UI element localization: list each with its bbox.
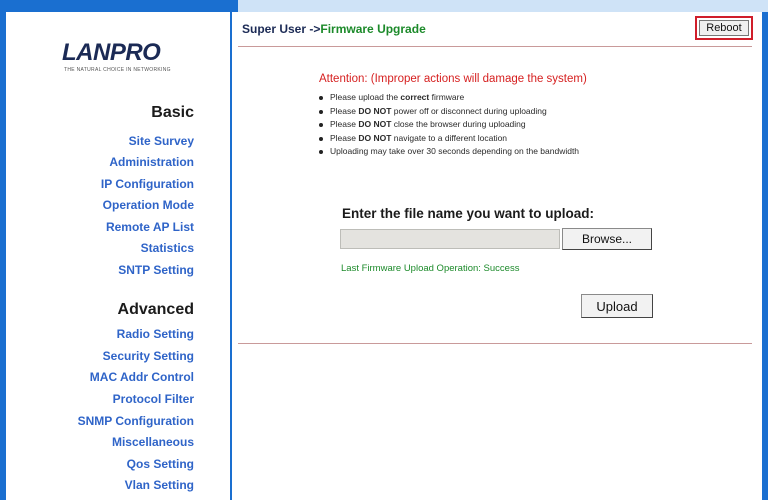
upload-heading: Enter the file name you want to upload: — [342, 206, 595, 221]
section-title-basic: Basic — [151, 104, 194, 121]
nav-item-protocol-filter[interactable]: Protocol Filter — [113, 392, 194, 406]
nav-item-vlan-setting[interactable]: Vlan Setting — [125, 478, 194, 492]
nav-item-operation-mode[interactable]: Operation Mode — [103, 198, 194, 212]
lanpro-logo: LANPRO THE NATURAL CHOICE IN NETWORKING — [62, 39, 212, 79]
list-item: Please DO NOT close the browser during u… — [316, 118, 579, 132]
upload-button[interactable]: Upload — [581, 294, 653, 318]
main-content: Super User ->Firmware Upgrade Reboot Att… — [232, 12, 762, 500]
section-title-advanced: Advanced — [117, 301, 194, 318]
reboot-highlight: Reboot — [695, 16, 753, 40]
frame-right-border — [762, 12, 768, 500]
nav-item-sntp-setting[interactable]: SNTP Setting — [118, 263, 194, 277]
nav-item-remote-ap-list[interactable]: Remote AP List — [106, 220, 194, 234]
file-name-input[interactable] — [340, 229, 560, 249]
nav-item-site-survey[interactable]: Site Survey — [129, 134, 194, 148]
attention-warning: Attention: (Improper actions will damage… — [319, 73, 587, 85]
list-item: Please DO NOT navigate to a different lo… — [316, 132, 579, 146]
warning-list: Please upload the correct firmware Pleas… — [316, 91, 579, 159]
nav-item-radio-setting[interactable]: Radio Setting — [117, 327, 194, 341]
browse-button[interactable]: Browse... — [562, 228, 652, 250]
reboot-button[interactable]: Reboot — [699, 20, 749, 36]
nav-item-qos-setting[interactable]: Qos Setting — [127, 457, 194, 471]
header-divider — [238, 46, 752, 47]
nav-item-administration[interactable]: Administration — [109, 155, 194, 169]
list-item: Please DO NOT power off or disconnect du… — [316, 105, 579, 119]
footer-divider — [238, 343, 752, 344]
logo-tagline: THE NATURAL CHOICE IN NETWORKING — [64, 67, 171, 73]
logo-text: LANPRO — [62, 39, 161, 66]
breadcrumb-page: Firmware Upgrade — [320, 22, 426, 36]
nav-item-snmp-configuration[interactable]: SNMP Configuration — [78, 414, 194, 428]
nav-item-mac-addr-control[interactable]: MAC Addr Control — [90, 370, 194, 384]
breadcrumb-user: Super User -> — [242, 22, 321, 36]
list-item: Please upload the correct firmware — [316, 91, 579, 105]
frame-top-bar — [0, 0, 238, 12]
nav-item-ip-configuration[interactable]: IP Configuration — [101, 177, 194, 191]
list-item: Uploading may take over 30 seconds depen… — [316, 145, 579, 159]
sidebar: LANPRO THE NATURAL CHOICE IN NETWORKING … — [6, 12, 230, 500]
upload-status: Last Firmware Upload Operation: Success — [341, 263, 520, 274]
frame-top-bar-light — [238, 0, 768, 12]
nav-item-miscellaneous[interactable]: Miscellaneous — [112, 435, 194, 449]
nav-item-statistics[interactable]: Statistics — [141, 241, 194, 255]
nav-item-security-setting[interactable]: Security Setting — [103, 349, 194, 363]
breadcrumb: Super User ->Firmware Upgrade — [242, 22, 426, 36]
